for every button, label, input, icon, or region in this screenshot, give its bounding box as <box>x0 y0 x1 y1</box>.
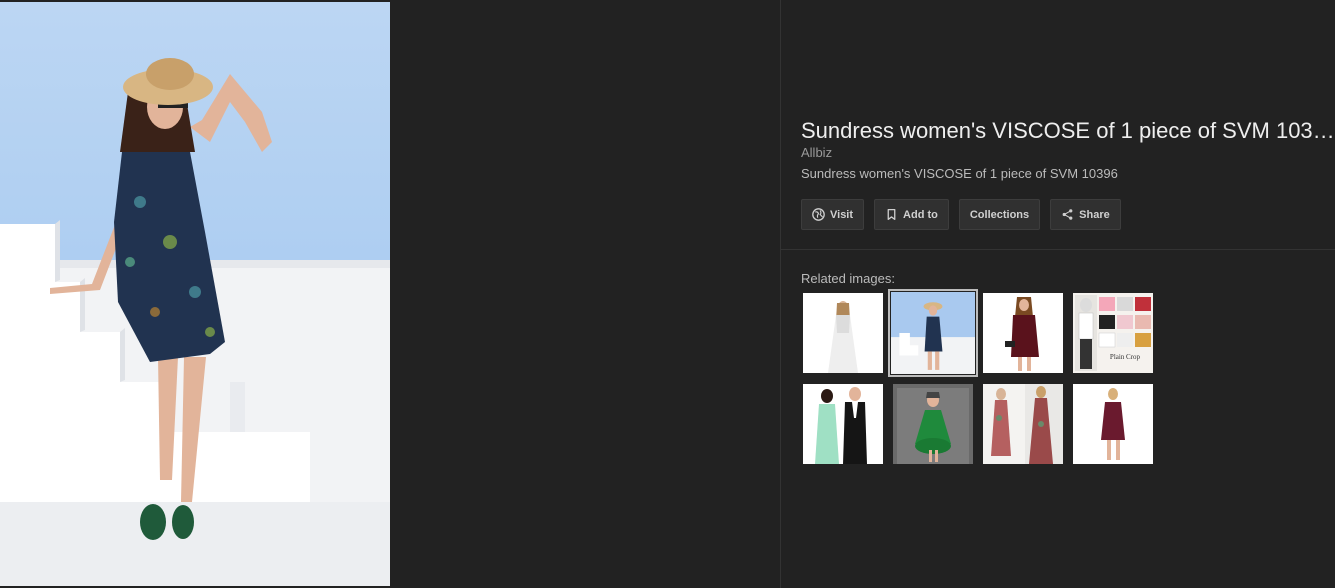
add-to-label: Add to <box>903 208 938 221</box>
collections-label: Collections <box>969 208 1030 221</box>
share-button[interactable]: Share <box>1050 199 1121 230</box>
visit-label: Visit <box>830 208 854 221</box>
visit-button[interactable]: Visit <box>801 199 865 230</box>
result-source[interactable]: Allbiz <box>801 145 832 161</box>
share-icon <box>1062 209 1073 220</box>
globe-icon <box>812 208 825 221</box>
info-panel: Sundress women's VISCOSE of 1 piece of S… <box>781 0 1335 588</box>
related-thumbnail[interactable] <box>803 293 883 373</box>
related-thumbnail[interactable] <box>803 384 883 464</box>
related-images-label: Related images: <box>801 271 895 286</box>
result-description: Sundress women's VISCOSE of 1 piece of S… <box>801 166 1118 181</box>
main-image-picture <box>0 2 390 586</box>
related-thumbnail[interactable] <box>1073 384 1153 464</box>
main-image[interactable] <box>0 2 390 586</box>
thumbnail-image: Plain Crop <box>1073 293 1153 373</box>
bookmark-icon <box>887 208 896 221</box>
thumbnail-image <box>803 293 883 373</box>
related-thumbnail[interactable]: Plain Crop <box>1073 293 1153 373</box>
related-images-grid: Plain Crop <box>803 289 1163 464</box>
add-to-button[interactable]: Add to <box>874 199 949 230</box>
related-thumbnail[interactable] <box>893 384 973 464</box>
related-thumbnail[interactable] <box>983 384 1063 464</box>
related-thumbnail-selected[interactable] <box>888 289 978 377</box>
collections-button[interactable]: Collections <box>958 199 1041 230</box>
thumbnail-image <box>983 293 1063 373</box>
related-thumbnail[interactable] <box>983 293 1063 373</box>
result-title[interactable]: Sundress women's VISCOSE of 1 piece of S… <box>801 117 1335 145</box>
thumbnail-image <box>983 384 1063 464</box>
section-divider <box>781 249 1335 250</box>
share-label: Share <box>1079 208 1110 221</box>
thumbnail-image <box>1073 384 1153 464</box>
action-bar: Visit Add to Collections Share <box>801 199 1121 230</box>
thumbnail-image <box>893 384 973 464</box>
thumbnail-image <box>891 292 975 374</box>
image-viewer: Sundress women's VISCOSE of 1 piece of S… <box>0 0 1335 588</box>
plain-crop-text: Plain Crop <box>1110 353 1141 361</box>
thumbnail-image <box>803 384 883 464</box>
